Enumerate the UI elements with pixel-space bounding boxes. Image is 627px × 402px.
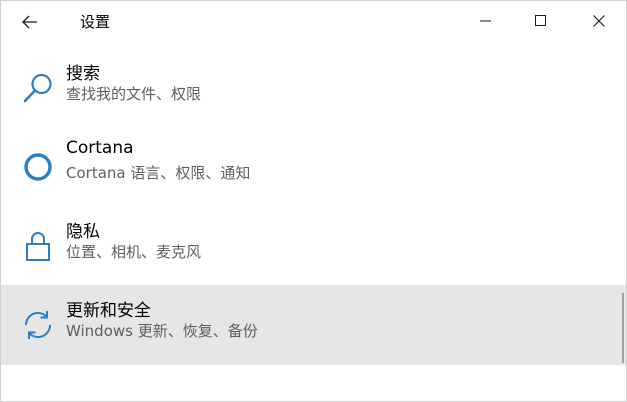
- maximize-icon: [535, 15, 546, 26]
- window-title: 设置: [80, 13, 111, 31]
- minimize-icon: [480, 20, 491, 22]
- close-icon: [593, 15, 605, 27]
- settings-item-search[interactable]: 搜索 查找我的文件、权限: [1, 48, 626, 128]
- cortana-icon: [18, 147, 58, 187]
- scrollbar[interactable]: [622, 293, 624, 363]
- settings-item-privacy[interactable]: 隐私 位置、相机、麦克风: [1, 206, 626, 286]
- settings-item-label: 更新和安全: [66, 301, 151, 321]
- settings-item-label: Cortana: [66, 138, 134, 158]
- settings-item-label: 隐私: [66, 222, 100, 242]
- search-icon: [18, 68, 58, 108]
- settings-item-cortana[interactable]: Cortana Cortana 语言、权限、通知: [1, 127, 626, 207]
- title-bar: 设置: [1, 1, 626, 43]
- settings-item-description: Windows 更新、恢复、备份: [66, 322, 258, 340]
- settings-item-description: 查找我的文件、权限: [66, 85, 202, 103]
- minimize-button[interactable]: [463, 1, 509, 41]
- settings-item-description: Cortana 语言、权限、通知: [66, 164, 251, 182]
- settings-item-label: 搜索: [66, 64, 100, 84]
- settings-item-update-security[interactable]: 更新和安全 Windows 更新、恢复、备份: [1, 285, 626, 365]
- lock-icon: [18, 226, 58, 266]
- back-button[interactable]: [13, 7, 47, 37]
- arrow-left-icon: [22, 15, 37, 29]
- settings-item-description: 位置、相机、麦克风: [66, 243, 202, 261]
- close-button[interactable]: [576, 1, 622, 41]
- settings-window: 设置 搜索 查找我的文件、权限 Cortana Cortana 语言、权限、通知…: [0, 0, 627, 402]
- refresh-icon: [18, 305, 58, 345]
- maximize-button[interactable]: [518, 1, 564, 41]
